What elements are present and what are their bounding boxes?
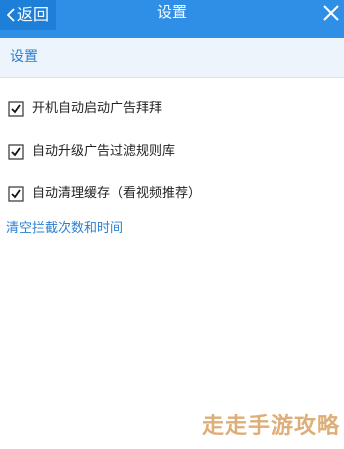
option-label: 自动清理缓存（看视频推荐） (32, 186, 202, 201)
page-title: 设置 (156, 3, 187, 21)
option-label: 开机自动启动广告拜拜 (32, 101, 163, 116)
watermark: 走走手游攻略 (201, 414, 340, 439)
checkbox-checked-icon[interactable] (8, 144, 24, 160)
option-auto-start[interactable]: 开机自动启动广告拜拜 (8, 98, 162, 120)
option-label: 自动升级广告过滤规则库 (32, 144, 176, 159)
section-title: 设置 (10, 49, 38, 65)
checkbox-checked-icon[interactable] (8, 101, 24, 117)
clear-block-stats-link[interactable]: 清空拦截次数和时间 (6, 221, 123, 237)
close-icon[interactable] (322, 4, 340, 22)
option-auto-update-rules[interactable]: 自动升级广告过滤规则库 (8, 141, 175, 163)
checkbox-checked-icon[interactable] (8, 186, 24, 202)
option-auto-clear-cache[interactable]: 自动清理缓存（看视频推荐） (8, 183, 201, 205)
section-header: 设置 (0, 38, 344, 78)
title-bar: 返回 设置 (0, 0, 344, 38)
